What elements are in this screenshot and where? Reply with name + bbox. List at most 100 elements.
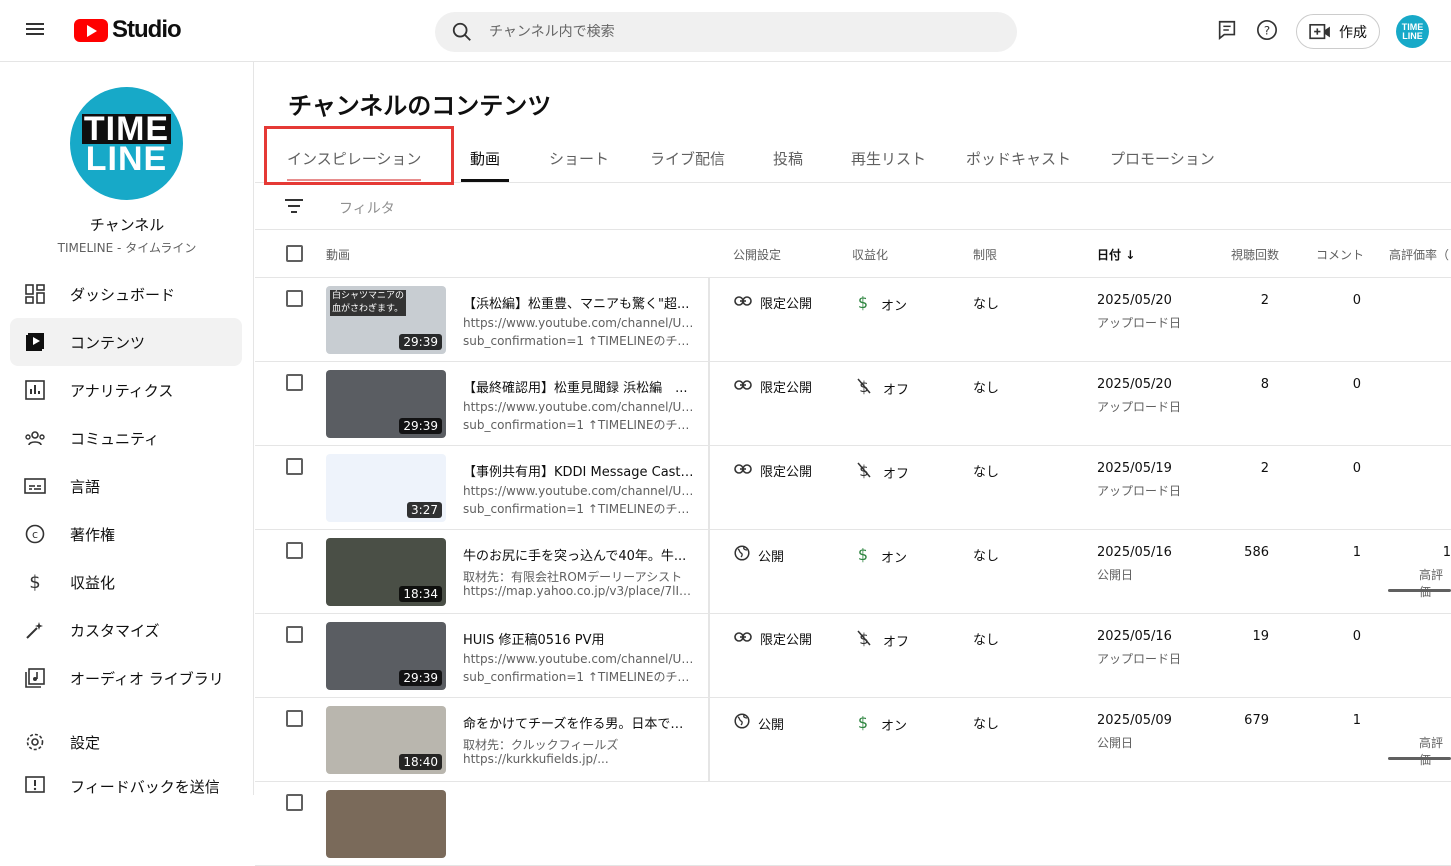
table-row[interactable]: 3:27 【事例共有用】KDDI Message Cast R... https:/… [255, 446, 1451, 530]
video-thumbnail[interactable]: 白シャツマニアの 血がさわぎます。 29:39 [326, 286, 446, 354]
select-all-checkbox[interactable] [286, 245, 303, 262]
feedback-message-icon[interactable] [1216, 19, 1240, 43]
dashboard-icon [24, 283, 46, 305]
globe-icon [734, 545, 750, 565]
video-title[interactable]: 命をかけてチーズを作る男。日本で唯... [463, 713, 695, 732]
row-checkbox[interactable] [286, 374, 303, 391]
row-checkbox[interactable] [286, 794, 303, 811]
monetization-label: オン [881, 550, 908, 566]
table-row[interactable]: 白シャツマニアの 血がさわぎます。 29:39 【浜松編】松重豊、マニアも驚く"超.… [255, 278, 1451, 362]
tab-posts[interactable]: 投稿 [773, 148, 803, 169]
sidebar-item-analytics[interactable]: アナリティクス [10, 366, 242, 414]
col-views[interactable]: 視聴回数 [1231, 246, 1279, 263]
video-thumbnail[interactable]: 29:39 [326, 370, 446, 438]
sidebar-item-customize[interactable]: カスタマイズ [10, 606, 242, 654]
monetization-cell[interactable]: $ オフ [857, 377, 909, 399]
col-comments[interactable]: コメント [1316, 246, 1364, 263]
dollar-icon: $ [857, 293, 869, 315]
link-icon [734, 379, 752, 395]
col-monetization[interactable]: 収益化 [852, 246, 888, 263]
video-thumbnail[interactable] [326, 790, 446, 858]
tab-live[interactable]: ライブ配信 [650, 148, 725, 169]
comments-cell: 0 [1352, 377, 1361, 392]
monetization-cell[interactable]: $ オン [857, 545, 907, 567]
tab-podcasts[interactable]: ポッドキャスト [966, 148, 1071, 169]
video-thumbnail[interactable]: 29:39 [326, 622, 446, 690]
help-icon[interactable]: ? [1256, 19, 1280, 43]
channel-avatar[interactable]: TIME LINE [70, 87, 183, 200]
table-row[interactable]: 29:39 【最終確認用】松重見聞録 浜松編 ... https://www.you… [255, 362, 1451, 446]
sidebar-item-label: コミュニティ [70, 429, 160, 448]
row-checkbox[interactable] [286, 458, 303, 475]
visibility-cell[interactable]: 公開 [734, 713, 784, 733]
table-row[interactable]: 29:39 HUIS 修正稿0516 PV用 https://www.youtube… [255, 614, 1451, 698]
dollar-icon: $ [24, 571, 46, 593]
sidebar-item-community[interactable]: コミュニティ [10, 414, 242, 462]
tab-shorts[interactable]: ショート [549, 148, 609, 169]
studio-logo[interactable]: Studio [74, 16, 182, 44]
video-thumbnail[interactable]: 18:40 [326, 706, 446, 774]
highlight-box [264, 126, 454, 185]
col-visibility[interactable]: 公開設定 [733, 246, 781, 263]
date-type: アップロード日 [1097, 400, 1182, 414]
filter-bar[interactable]: フィルタ [255, 184, 1451, 230]
tab-videos[interactable]: 動画 [470, 148, 500, 169]
sidebar-item-content[interactable]: コンテンツ [10, 318, 242, 366]
video-thumbnail[interactable]: 18:34 [326, 538, 446, 606]
sidebar-item-audio-library[interactable]: オーディオ ライブラリ [10, 654, 242, 702]
visibility-cell[interactable]: 限定公開 [734, 461, 812, 480]
video-title[interactable]: 【浜松編】松重豊、マニアも驚く"超... [463, 293, 695, 312]
col-restrictions[interactable]: 制限 [973, 246, 997, 263]
column-divider [708, 278, 710, 362]
dollar-off-icon: $ [857, 629, 871, 651]
comments-cell: 0 [1352, 293, 1361, 308]
visibility-cell[interactable]: 限定公開 [734, 629, 812, 648]
visibility-cell[interactable]: 公開 [734, 545, 784, 565]
video-description-line1: 取材先：クルックフィールズ [463, 738, 619, 752]
row-checkbox[interactable] [286, 290, 303, 307]
create-button[interactable]: 作成 [1296, 14, 1380, 49]
video-title[interactable]: HUIS 修正稿0516 PV用 [463, 629, 695, 648]
video-title[interactable]: 牛のお尻に手を突っ込んで40年。牛... [463, 545, 695, 564]
avatar-text-bottom: LINE [1402, 30, 1423, 41]
table-row[interactable]: 18:40 命をかけてチーズを作る男。日本で唯... 取材先：クルックフィールズ ht… [255, 698, 1451, 782]
video-thumbnail[interactable]: 3:27 [326, 454, 446, 522]
create-label: 作成 [1339, 24, 1367, 41]
sidebar-item-label: ダッシュボード [70, 285, 176, 304]
table-row[interactable]: 18:34 牛のお尻に手を突っ込んで40年。牛... 取材先：有限会社ROMデーリー… [255, 530, 1451, 614]
tab-playlists[interactable]: 再生リスト [851, 148, 926, 169]
sidebar-item-dashboard[interactable]: ダッシュボード [10, 270, 242, 318]
visibility-cell[interactable]: 限定公開 [734, 377, 812, 396]
video-title[interactable]: 【事例共有用】KDDI Message Cast R... [463, 461, 695, 480]
search-icon[interactable] [451, 21, 473, 43]
monetization-cell[interactable]: $ オン [857, 293, 907, 315]
filter-icon[interactable] [284, 197, 304, 215]
row-checkbox[interactable] [286, 626, 303, 643]
account-avatar[interactable]: TIME LINE [1396, 15, 1429, 48]
comments-cell: 1 [1352, 713, 1361, 728]
menu-icon[interactable] [24, 20, 48, 42]
video-title[interactable]: 【最終確認用】松重見聞録 浜松編 ... [463, 377, 695, 396]
magic-wand-icon [24, 619, 46, 641]
sidebar-item-feedback[interactable]: フィードバックを送信 [10, 766, 242, 806]
monetization-cell[interactable]: $ オン [857, 713, 907, 735]
community-icon [24, 427, 46, 449]
date-cell: 2025/05/09 [1097, 713, 1172, 728]
tab-promotions[interactable]: プロモーション [1110, 148, 1215, 169]
visibility-cell[interactable]: 限定公開 [734, 293, 812, 312]
sidebar-item-language[interactable]: 言語 [10, 462, 242, 510]
sidebar-item-copyright[interactable]: c 著作権 [10, 510, 242, 558]
search-bar[interactable] [435, 12, 1017, 52]
search-input[interactable] [489, 24, 969, 40]
col-likes[interactable]: 高評価率（ [1389, 246, 1449, 263]
duration-badge: 29:39 [399, 334, 442, 350]
row-checkbox[interactable] [286, 710, 303, 727]
col-date[interactable]: 日付 ↓ [1097, 246, 1135, 263]
monetization-cell[interactable]: $ オフ [857, 461, 909, 483]
sidebar-item-settings[interactable]: 設定 [10, 718, 242, 766]
likes-cell: 1 [1442, 545, 1451, 560]
row-checkbox[interactable] [286, 542, 303, 559]
monetization-cell[interactable]: $ オフ [857, 629, 909, 651]
video-description-line1: 取材先：有限会社ROMデーリーアシスト [463, 570, 683, 584]
sidebar-item-monetization[interactable]: $ 収益化 [10, 558, 242, 606]
